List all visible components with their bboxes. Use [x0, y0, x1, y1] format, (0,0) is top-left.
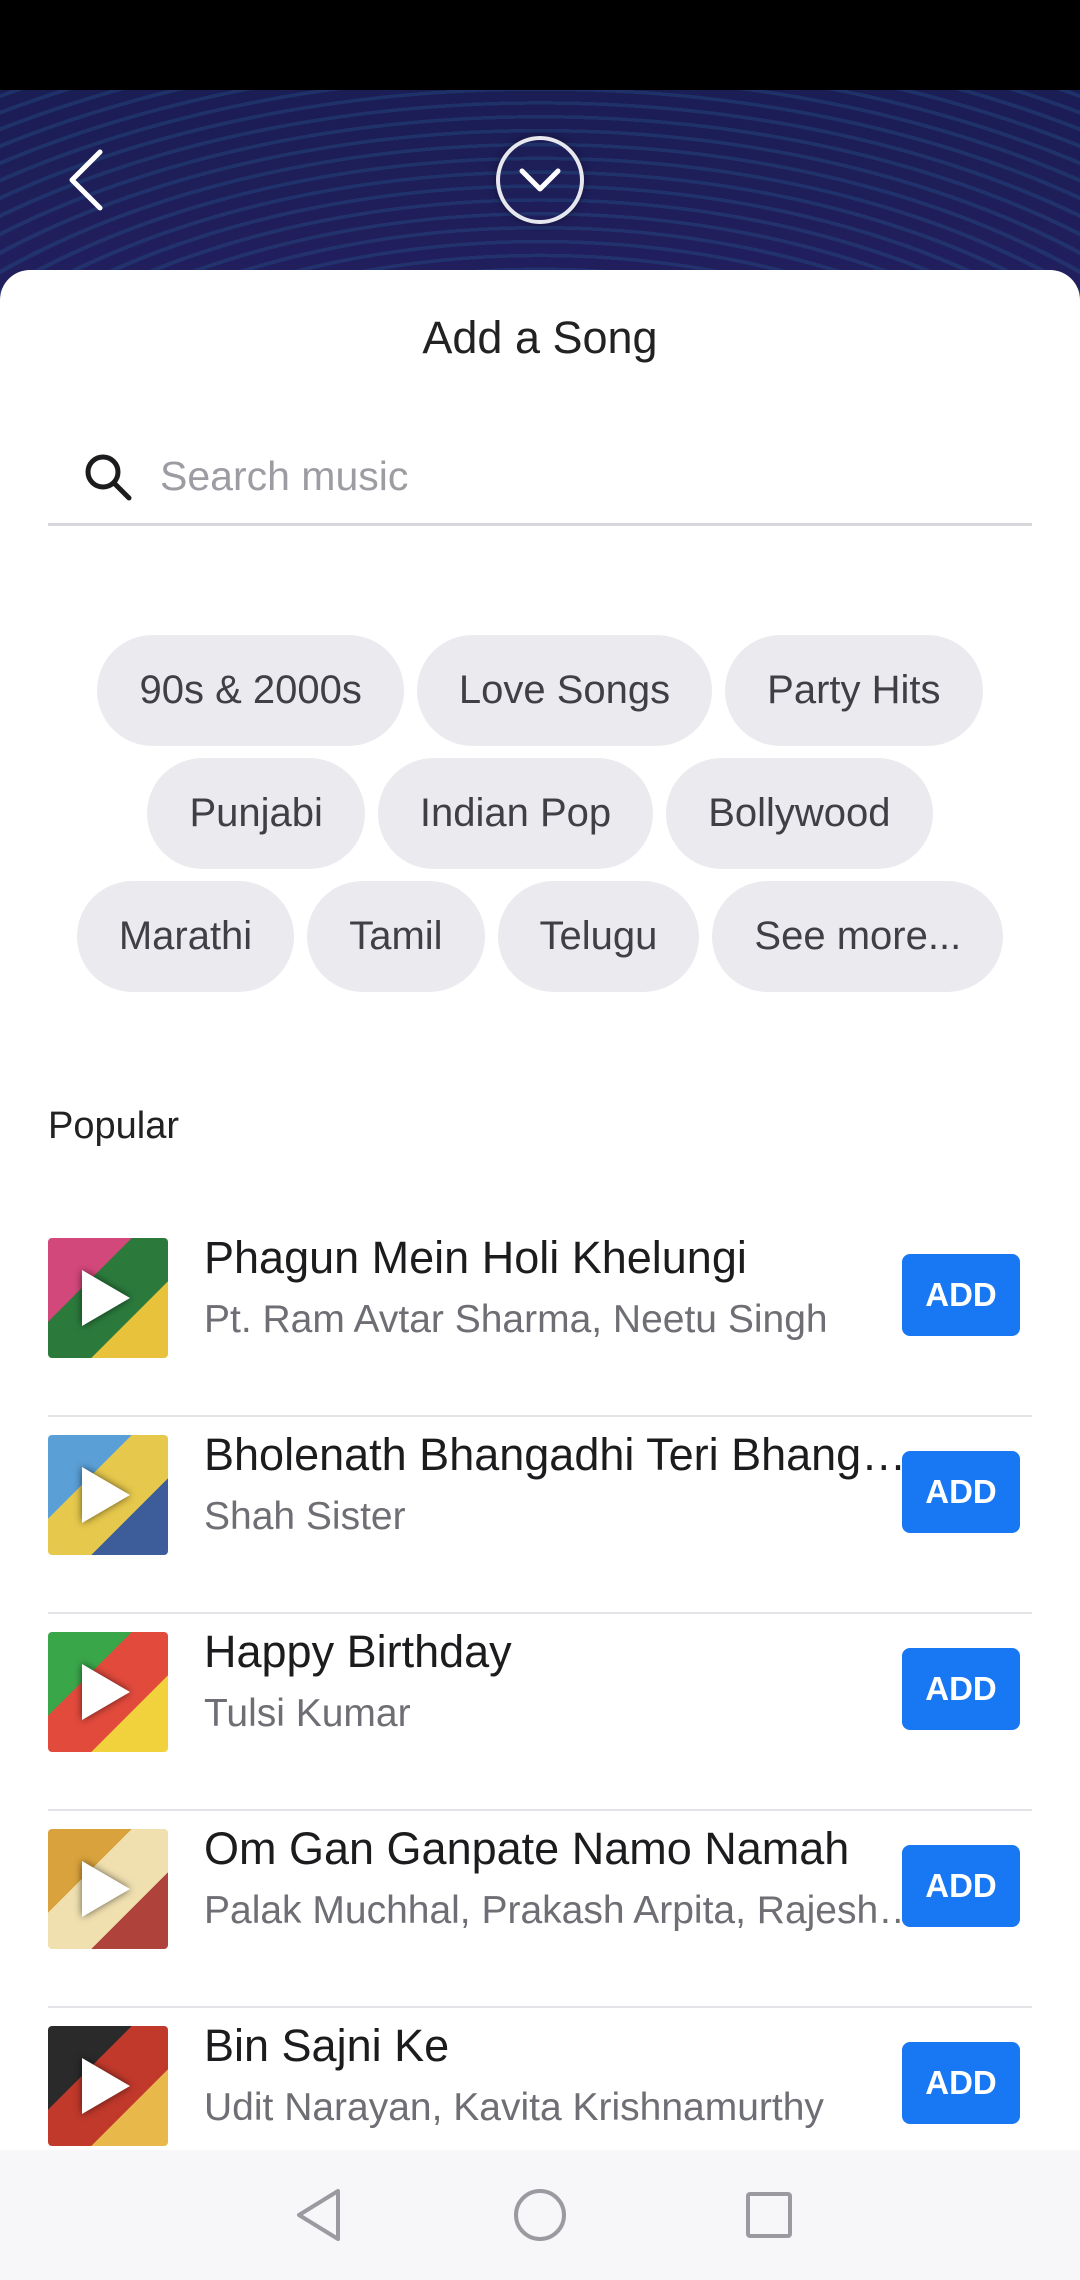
genre-chip-see-more[interactable]: See more...	[712, 881, 1004, 992]
song-row[interactable]: Phagun Mein Holi Khelungi Pt. Ram Avtar …	[48, 1220, 1032, 1417]
play-icon	[82, 1861, 130, 1917]
add-song-button[interactable]: ADD	[902, 1254, 1020, 1336]
song-row[interactable]: Bholenath Bhangadhi Teri Bhangadhi Teri …	[48, 1417, 1032, 1614]
album-art[interactable]	[48, 1829, 168, 1949]
song-row[interactable]: Happy Birthday Tulsi Kumar ADD	[48, 1614, 1032, 1811]
play-icon	[82, 1270, 130, 1326]
search-icon	[82, 451, 134, 503]
search-input[interactable]	[160, 453, 960, 500]
chevron-down-icon	[519, 168, 561, 192]
genre-chip-row: Punjabi Indian Pop Bollywood	[0, 758, 1080, 869]
song-row[interactable]: Om Gan Ganpate Namo Namah Palak Muchhal,…	[48, 1811, 1032, 2008]
song-list: Phagun Mein Holi Khelungi Pt. Ram Avtar …	[48, 1220, 1032, 2150]
back-button[interactable]	[56, 140, 116, 220]
genre-chip-tamil[interactable]: Tamil	[307, 881, 485, 992]
chevron-left-icon	[69, 149, 103, 211]
genre-chip-row: Marathi Tamil Telugu See more...	[0, 881, 1080, 992]
genre-chips: 90s & 2000s Love Songs Party Hits Punjab…	[0, 635, 1080, 1004]
add-song-button[interactable]: ADD	[902, 2042, 1020, 2124]
search-bar[interactable]	[48, 430, 1032, 526]
add-song-button[interactable]: ADD	[902, 1451, 1020, 1533]
genre-chip-row: 90s & 2000s Love Songs Party Hits	[0, 635, 1080, 746]
song-row[interactable]: Bin Sajni Ke Udit Narayan, Kavita Krishn…	[48, 2008, 1032, 2150]
song-title: Phagun Mein Holi Khelungi	[204, 1232, 747, 1283]
album-art[interactable]	[48, 2026, 168, 2146]
add-song-button[interactable]: ADD	[902, 1648, 1020, 1730]
song-title: Bin Sajni Ke	[204, 2020, 450, 2071]
nav-home-button[interactable]	[505, 2180, 575, 2250]
song-artist: Palak Muchhal, Prakash Arpita, Rajesh Ku…	[204, 1889, 924, 1932]
system-navigation-bar	[0, 2150, 1080, 2280]
genre-chip-90s-2000s[interactable]: 90s & 2000s	[97, 635, 404, 746]
song-artist: Shah Sister	[204, 1495, 406, 1538]
play-icon	[82, 1664, 130, 1720]
circle-home-icon	[514, 2189, 566, 2241]
genre-chip-indian-pop[interactable]: Indian Pop	[377, 758, 654, 869]
popular-section-label: Popular	[48, 1105, 179, 1147]
collapse-button[interactable]	[496, 136, 584, 224]
album-art[interactable]	[48, 1435, 168, 1555]
song-artist: Tulsi Kumar	[204, 1692, 411, 1735]
genre-chip-party-hits[interactable]: Party Hits	[725, 635, 983, 746]
song-title: Happy Birthday	[204, 1626, 512, 1677]
genre-chip-marathi[interactable]: Marathi	[76, 881, 295, 992]
play-icon	[82, 2058, 130, 2114]
triangle-back-icon	[297, 2189, 340, 2241]
song-title: Bholenath Bhangadhi Teri Bhangadhi Teri	[204, 1429, 924, 1480]
play-icon	[82, 1467, 130, 1523]
add-song-sheet: Add a Song 90s & 2000s Love Songs Party …	[0, 270, 1080, 2150]
genre-chip-love-songs[interactable]: Love Songs	[416, 635, 713, 746]
song-title: Om Gan Ganpate Namo Namah	[204, 1823, 850, 1874]
status-bar	[0, 0, 1080, 90]
song-artist: Pt. Ram Avtar Sharma, Neetu Singh	[204, 1298, 828, 1341]
genre-chip-telugu[interactable]: Telugu	[497, 881, 700, 992]
album-art[interactable]	[48, 1632, 168, 1752]
sheet-title: Add a Song	[422, 312, 658, 363]
square-recents-icon	[746, 2192, 792, 2238]
nav-back-button[interactable]	[284, 2180, 354, 2250]
song-artist: Udit Narayan, Kavita Krishnamurthy	[204, 2086, 824, 2129]
genre-chip-bollywood[interactable]: Bollywood	[666, 758, 933, 869]
nav-recents-button[interactable]	[734, 2180, 804, 2250]
add-song-button[interactable]: ADD	[902, 1845, 1020, 1927]
album-art[interactable]	[48, 1238, 168, 1358]
genre-chip-punjabi[interactable]: Punjabi	[147, 758, 365, 869]
